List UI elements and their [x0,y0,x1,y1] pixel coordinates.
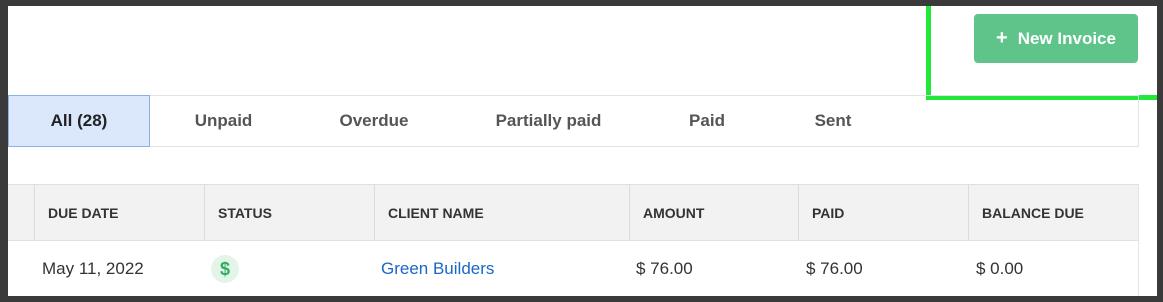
tab-label: All (28) [50,111,108,130]
column-header-client-name[interactable]: CLIENT NAME [374,185,629,240]
invoices-page: + New Invoice All (28) Unpaid Overdue Pa… [8,6,1157,296]
client-name-cell: Green Builders [381,241,494,296]
invoices-table: DUE DATE STATUS CLIENT NAME AMOUNT PAID … [8,184,1139,296]
column-header-amount[interactable]: AMOUNT [629,185,798,240]
tab-label: Partially paid [495,111,602,130]
table-row[interactable]: May 11, 2022 $ Green Builders $ 76.00 $ … [8,241,1138,296]
paid-cell: $ 76.00 [806,259,863,278]
plus-icon: + [996,26,1008,49]
tab-label: Sent [814,111,852,130]
tab-all[interactable]: All (28) [8,95,150,147]
status-cell: $ [211,241,239,296]
invoice-filter-tabs: All (28) Unpaid Overdue Partially paid P… [8,95,1139,147]
new-invoice-label: New Invoice [1017,28,1116,48]
table-header: DUE DATE STATUS CLIENT NAME AMOUNT PAID … [8,184,1138,241]
column-header-balance-due[interactable]: BALANCE DUE [968,185,1138,240]
amount-cell: $ 76.00 [636,259,693,278]
client-name-link[interactable]: Green Builders [381,259,494,279]
tab-label: Paid [689,111,725,130]
column-header-due-date[interactable]: DUE DATE [34,185,204,240]
tab-overdue[interactable]: Overdue [297,96,451,146]
balance-due-cell: $ 0.00 [976,259,1024,278]
column-header-paid[interactable]: PAID [798,185,968,240]
tab-label: Overdue [339,111,409,130]
new-invoice-button[interactable]: + New Invoice [974,14,1138,63]
tab-sent[interactable]: Sent [768,96,898,146]
tab-unpaid[interactable]: Unpaid [150,96,297,146]
due-date-cell: May 11, 2022 [42,259,144,278]
column-header-status[interactable]: STATUS [204,185,374,240]
tab-label: Unpaid [194,111,253,130]
tab-paid[interactable]: Paid [646,96,768,146]
dollar-icon: $ [211,255,239,283]
highlight-annotation-vertical [926,6,931,100]
tab-partially-paid[interactable]: Partially paid [451,96,646,146]
